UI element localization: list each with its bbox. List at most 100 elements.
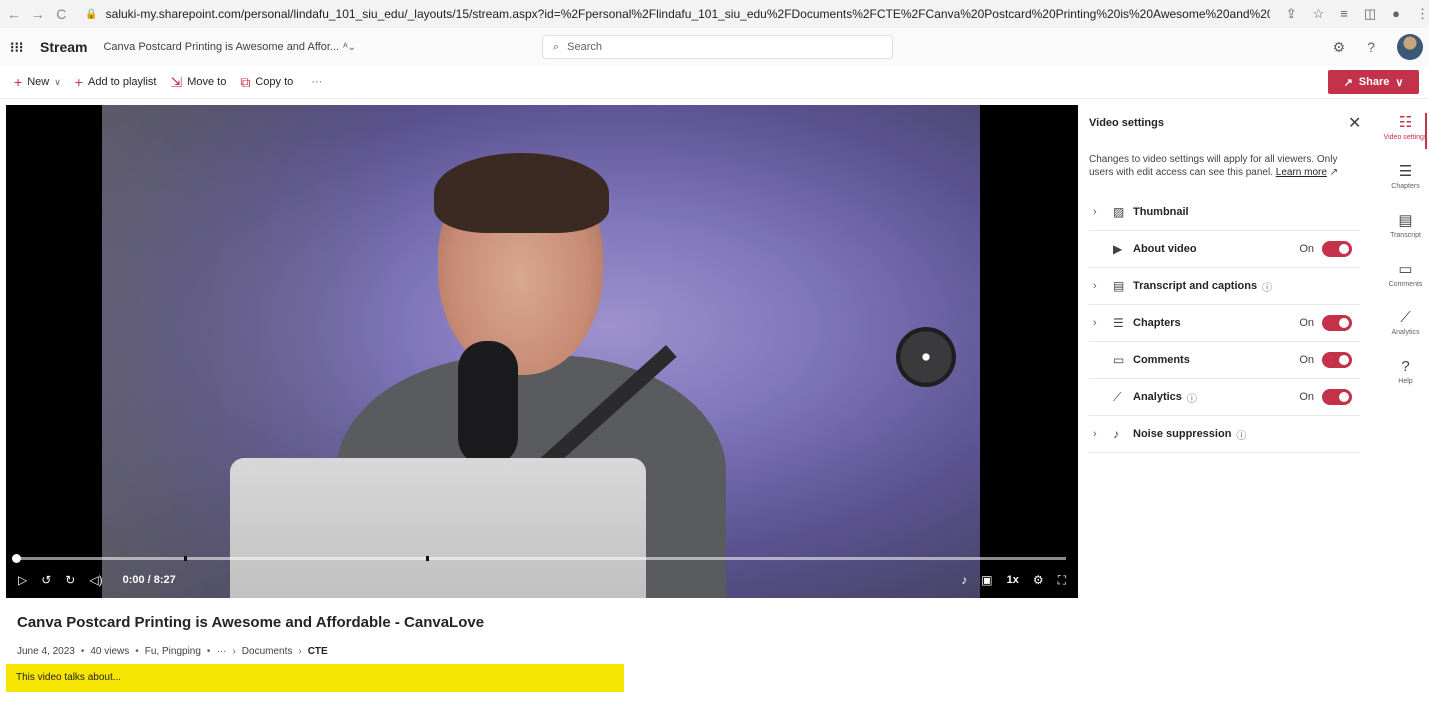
move-to-button[interactable]: ⇲ Move to bbox=[170, 74, 226, 91]
play-icon[interactable]: ▷ bbox=[18, 573, 27, 587]
forward-icon[interactable]: → bbox=[28, 6, 48, 22]
plus-icon: + bbox=[14, 74, 23, 90]
tab-analytics[interactable]: ⟋ Analytics bbox=[1382, 301, 1429, 350]
add-to-playlist-button[interactable]: + Add to playlist bbox=[75, 74, 157, 90]
setting-label: Thumbnail bbox=[1133, 206, 1189, 218]
learn-more-link[interactable]: Learn more bbox=[1276, 167, 1327, 178]
tab-chapters[interactable]: ☰ Chapters bbox=[1382, 154, 1429, 203]
tab-label: Help bbox=[1398, 378, 1413, 385]
media-icon[interactable]: ≡ bbox=[1340, 6, 1348, 22]
share-icon: ↗ bbox=[1343, 76, 1353, 89]
toggle-chapters[interactable]: On bbox=[1299, 315, 1352, 331]
player-settings-icon[interactable]: ⚙ bbox=[1033, 573, 1044, 587]
fullscreen-icon[interactable]: ⛶ bbox=[1058, 573, 1066, 588]
back-icon[interactable]: ← bbox=[4, 6, 24, 22]
video-meta: June 4, 2023 • 40 views • Fu, Pingping •… bbox=[17, 646, 328, 657]
tab-label: Transcript bbox=[1390, 232, 1421, 239]
forward-10-icon[interactable]: ↻ bbox=[65, 573, 75, 587]
toggle-about-video[interactable]: On bbox=[1299, 241, 1352, 257]
share-button[interactable]: ↗ Share ∨ bbox=[1328, 70, 1419, 94]
reload-icon[interactable]: C bbox=[51, 6, 71, 22]
toggle-switch[interactable] bbox=[1322, 315, 1352, 331]
sidepanel-icon[interactable]: ◫ bbox=[1364, 6, 1376, 22]
video-player[interactable]: ▷ ↺ ↻ ◁) 0:00 / 8:27 ♪ ▣ 1x ⚙ ⛶ bbox=[6, 105, 1078, 598]
playback-speed-button[interactable]: 1x bbox=[1007, 574, 1019, 586]
chevron-right-icon: › bbox=[1093, 317, 1097, 329]
video-description[interactable]: This video talks about... bbox=[6, 664, 624, 692]
setting-row-analytics[interactable]: › ⟋ Analytics ⓘ On bbox=[1089, 379, 1360, 416]
setting-label: Transcript and captions bbox=[1133, 280, 1258, 292]
info-icon[interactable]: ⓘ bbox=[1262, 279, 1272, 294]
rewind-10-icon[interactable]: ↺ bbox=[41, 573, 51, 587]
toggle-switch[interactable] bbox=[1322, 241, 1352, 257]
volume-icon[interactable]: ◁) bbox=[89, 573, 102, 587]
chapter-marker[interactable] bbox=[184, 556, 187, 561]
info-icon[interactable]: ⓘ bbox=[1187, 390, 1197, 405]
author-name[interactable]: Fu, Pingping bbox=[145, 646, 201, 657]
app-header: ⁝⁝⁝ Stream Canva Postcard Printing is Aw… bbox=[0, 28, 1429, 66]
profile-icon[interactable]: ● bbox=[1392, 6, 1400, 22]
title-options-icon[interactable]: ᴬ⌄ bbox=[343, 42, 356, 53]
tab-label: Comments bbox=[1388, 281, 1423, 288]
command-bar: + New ∨ + Add to playlist ⇲ Move to ⧉ Co… bbox=[0, 66, 1429, 99]
setting-row-chapters[interactable]: › ☰ Chapters On bbox=[1089, 305, 1360, 342]
copy-icon: ⧉ bbox=[240, 73, 251, 90]
info-icon[interactable]: ⓘ bbox=[1236, 427, 1246, 442]
setting-row-noise-suppression[interactable]: › ♪ Noise suppression ⓘ bbox=[1089, 416, 1360, 453]
app-launcher-icon[interactable]: ⁝⁝⁝ bbox=[10, 39, 26, 56]
seek-bar[interactable] bbox=[12, 554, 1066, 563]
more-commands-button[interactable]: ··· bbox=[311, 76, 322, 88]
share-page-icon[interactable]: ⇪ bbox=[1286, 6, 1297, 22]
time-display: 0:00 / 8:27 bbox=[122, 574, 176, 586]
setting-row-transcript[interactable]: › ▤ Transcript and captions ⓘ bbox=[1089, 268, 1360, 305]
tab-label: Analytics bbox=[1391, 329, 1420, 336]
avatar[interactable] bbox=[1397, 34, 1423, 60]
tab-transcript[interactable]: ▤ Transcript bbox=[1382, 203, 1429, 252]
toggle-comments[interactable]: On bbox=[1299, 352, 1352, 368]
video-settings-icon: ☷ bbox=[1398, 114, 1413, 131]
comment-icon: ▭ bbox=[1398, 261, 1413, 278]
new-button[interactable]: + New ∨ bbox=[14, 74, 61, 90]
tab-video-settings[interactable]: ☷ Video settings bbox=[1382, 105, 1429, 154]
tab-comments[interactable]: ▭ Comments bbox=[1382, 252, 1429, 301]
address-bar[interactable]: saluki-my.sharepoint.com/personal/lindaf… bbox=[106, 7, 1270, 21]
lock-icon[interactable]: 🔒 bbox=[85, 9, 97, 20]
toggle-state: On bbox=[1299, 354, 1314, 366]
copy-to-button[interactable]: ⧉ Copy to bbox=[240, 74, 293, 91]
noise-suppression-icon[interactable]: ♪ bbox=[961, 573, 967, 587]
analytics-icon: ⟋ bbox=[1113, 389, 1122, 404]
plus-icon: + bbox=[74, 74, 83, 90]
chapter-marker[interactable] bbox=[425, 556, 429, 561]
chapters-icon: ☰ bbox=[1113, 316, 1124, 330]
bookmark-star-icon[interactable]: ☆ bbox=[1313, 6, 1325, 22]
chapters-icon: ☰ bbox=[1398, 163, 1413, 180]
setting-row-thumbnail[interactable]: › ▨ Thumbnail bbox=[1089, 194, 1360, 231]
breadcrumb-documents[interactable]: Documents bbox=[242, 646, 293, 657]
breadcrumb-current[interactable]: CTE bbox=[308, 646, 328, 657]
help-icon[interactable]: ? bbox=[1367, 39, 1375, 55]
setting-row-about-video[interactable]: › ▶ About video On bbox=[1089, 231, 1360, 268]
separator-dot: • bbox=[206, 646, 211, 657]
browser-toolbar: ← → C 🔒 saluki-my.sharepoint.com/persona… bbox=[0, 0, 1429, 28]
setting-row-comments[interactable]: › ▭ Comments On bbox=[1089, 342, 1360, 379]
document-title[interactable]: Canva Postcard Printing is Awesome and A… bbox=[103, 41, 339, 53]
chevron-right-icon: › bbox=[1093, 428, 1097, 440]
browser-menu-icon[interactable]: ⋮ bbox=[1416, 6, 1429, 22]
captions-icon[interactable]: ▣ bbox=[981, 573, 992, 587]
panel-info: Changes to video settings will apply for… bbox=[1089, 153, 1357, 179]
seek-handle[interactable] bbox=[12, 554, 21, 563]
tab-help[interactable]: ? Help bbox=[1382, 350, 1429, 399]
video-frame-mic-joint bbox=[896, 327, 956, 387]
toggle-switch[interactable] bbox=[1322, 389, 1352, 405]
breadcrumb-more[interactable]: ··· bbox=[216, 646, 226, 657]
setting-label: Chapters bbox=[1133, 317, 1181, 329]
new-label: New bbox=[27, 76, 50, 88]
app-name[interactable]: Stream bbox=[40, 39, 87, 55]
close-icon[interactable]: ✕ bbox=[1348, 113, 1361, 133]
settings-gear-icon[interactable]: ⚙ bbox=[1333, 39, 1346, 56]
toggle-switch[interactable] bbox=[1322, 352, 1352, 368]
toggle-state: On bbox=[1299, 243, 1314, 255]
search-box[interactable]: ⌕ Search bbox=[542, 35, 893, 59]
toggle-analytics[interactable]: On bbox=[1299, 389, 1352, 405]
chevron-down-icon: ∨ bbox=[1395, 76, 1404, 89]
